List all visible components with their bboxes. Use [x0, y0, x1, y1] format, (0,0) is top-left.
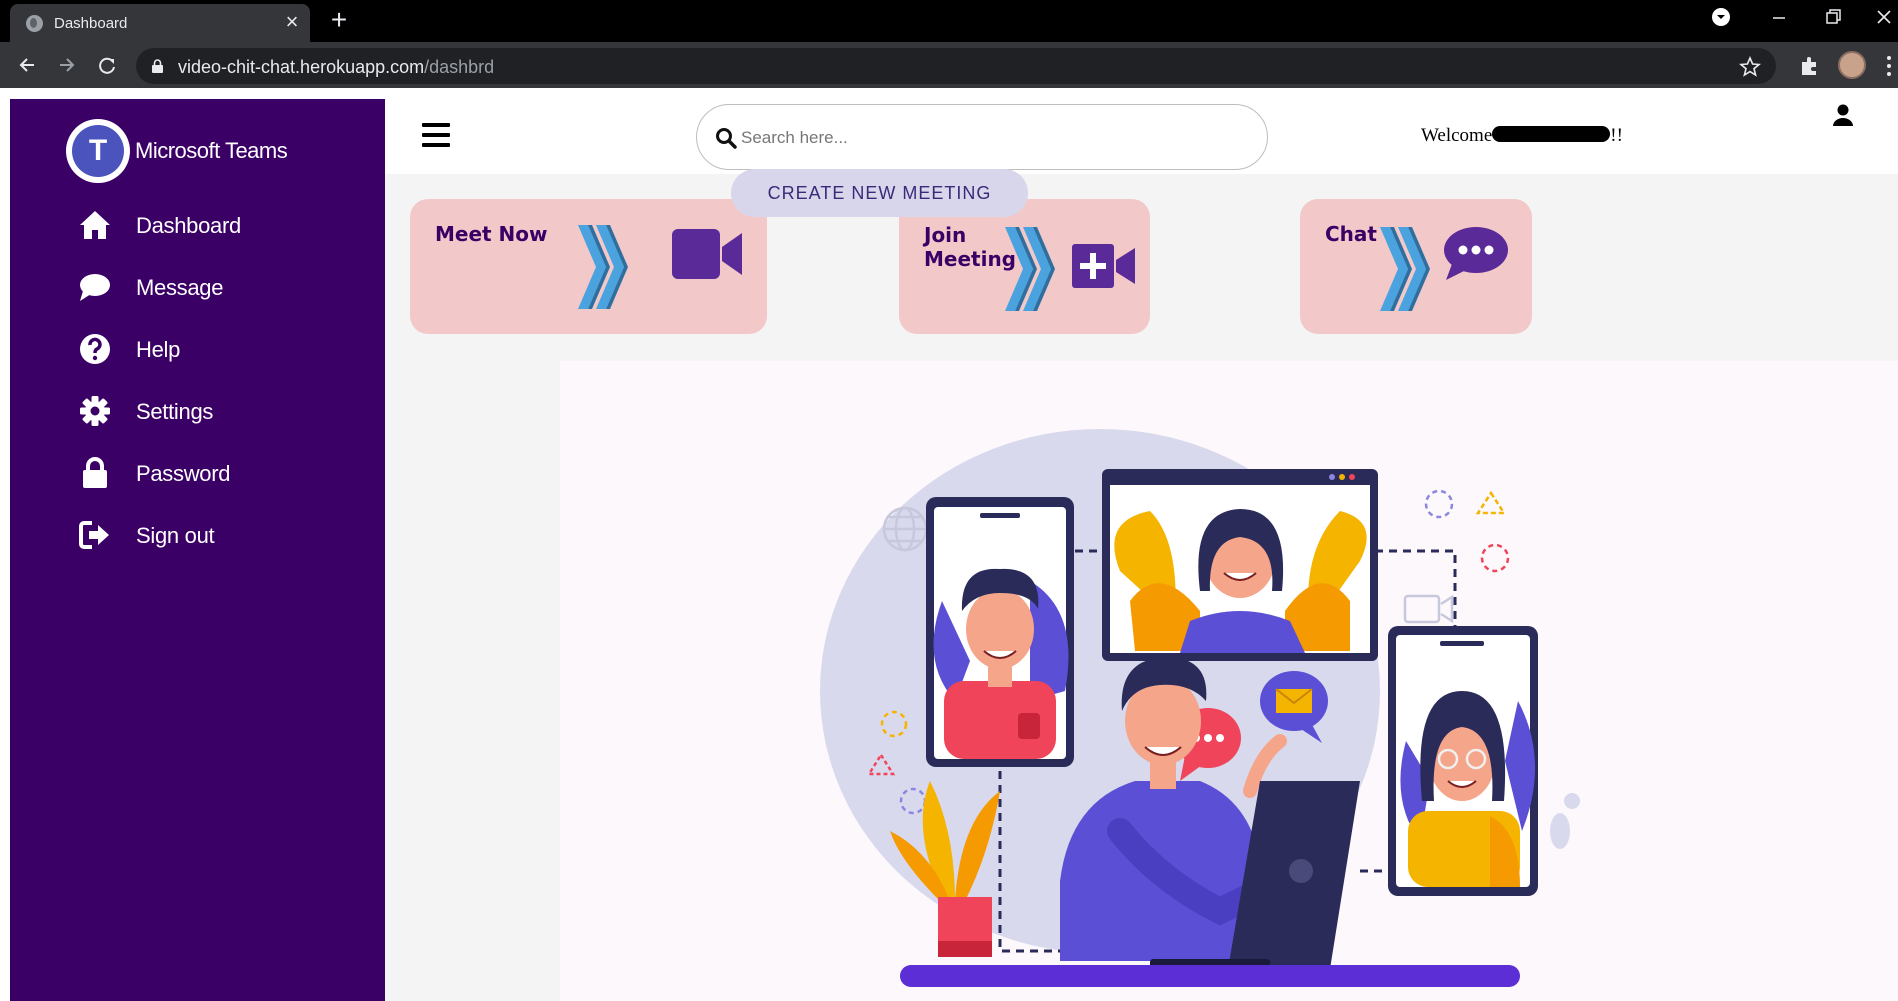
question-icon	[80, 334, 110, 364]
url-text: video-chit-chat.herokuapp.com/dashbrd	[178, 57, 495, 77]
create-new-meeting-button[interactable]: CREATE NEW MEETING	[731, 169, 1028, 217]
sidebar-item-message[interactable]: Message	[78, 265, 338, 309]
globe-icon	[26, 15, 43, 32]
restore-icon[interactable]	[1816, 6, 1850, 36]
join-meeting-title: Join Meeting	[924, 223, 1017, 271]
gear-icon	[80, 396, 110, 426]
reload-icon[interactable]	[92, 50, 122, 80]
browser-tab[interactable]: Dashboard ×	[10, 4, 310, 42]
chat-title: Chat	[1325, 222, 1377, 246]
search-box	[696, 104, 1268, 170]
main-content: Meet Now Join Meeting Chat CREATE NEW ME…	[385, 169, 1898, 1001]
page: T Microsoft Teams Dashboard Message Help	[0, 88, 1898, 1001]
chevron-right-icon	[1380, 227, 1430, 311]
join-meeting-card[interactable]: Join Meeting	[899, 199, 1150, 334]
chat-dots-icon	[1444, 227, 1508, 280]
sidebar-item-sign-out[interactable]: Sign out	[78, 513, 338, 557]
browser-toolbar: video-chit-chat.herokuapp.com/dashbrd	[0, 42, 1898, 88]
minimize-icon[interactable]	[1762, 6, 1796, 36]
close-tab-icon[interactable]: ×	[280, 10, 304, 34]
meet-now-title: Meet Now	[435, 222, 548, 246]
forward-icon[interactable]	[52, 50, 82, 80]
browser-menu-icon[interactable]	[1884, 54, 1894, 78]
tab-title: Dashboard	[54, 15, 128, 32]
browser-tab-bar: Dashboard × +	[0, 0, 1898, 42]
hamburger-menu-icon[interactable]	[422, 123, 450, 147]
chat-card[interactable]: Chat	[1300, 199, 1532, 334]
bookmark-star-icon[interactable]	[1738, 55, 1762, 79]
teams-logo: T	[66, 119, 130, 183]
address-bar[interactable]: video-chit-chat.herokuapp.com/dashbrd	[136, 48, 1776, 84]
video-add-icon	[1072, 244, 1135, 288]
chevron-right-icon	[578, 225, 628, 309]
redacted-username	[1492, 126, 1611, 142]
profile-avatar[interactable]	[1838, 51, 1866, 79]
padlock-icon	[152, 59, 163, 73]
video-conference-illustration	[820, 429, 1580, 987]
illustration-panel	[560, 361, 1898, 1001]
meet-now-card[interactable]: Meet Now	[410, 199, 767, 334]
back-icon[interactable]	[12, 50, 42, 80]
search-input[interactable]	[741, 123, 1241, 153]
close-window-icon[interactable]	[1870, 6, 1898, 36]
new-tab-button[interactable]: +	[324, 5, 354, 35]
sidebar-item-settings[interactable]: Settings	[78, 389, 338, 433]
search-icon	[716, 128, 737, 149]
lock-icon	[83, 457, 107, 488]
extensions-puzzle-icon[interactable]	[1797, 53, 1823, 79]
user-icon[interactable]	[1832, 104, 1854, 128]
welcome-message: Welcome!!	[1421, 125, 1623, 146]
sign-out-icon	[79, 521, 109, 549]
video-camera-icon	[672, 229, 742, 279]
top-bar: Welcome!!	[385, 88, 1898, 174]
sidebar-item-help[interactable]: Help	[78, 327, 338, 371]
tab-search-icon[interactable]	[1706, 6, 1736, 36]
sidebar-item-password[interactable]: Password	[78, 451, 338, 495]
sidebar: T Microsoft Teams Dashboard Message Help	[10, 99, 385, 1001]
brand-name: Microsoft Teams	[135, 138, 288, 163]
chat-bubble-icon	[80, 274, 110, 301]
sidebar-item-dashboard[interactable]: Dashboard	[78, 203, 338, 247]
home-icon	[80, 211, 110, 239]
chevron-right-icon	[1005, 227, 1055, 311]
